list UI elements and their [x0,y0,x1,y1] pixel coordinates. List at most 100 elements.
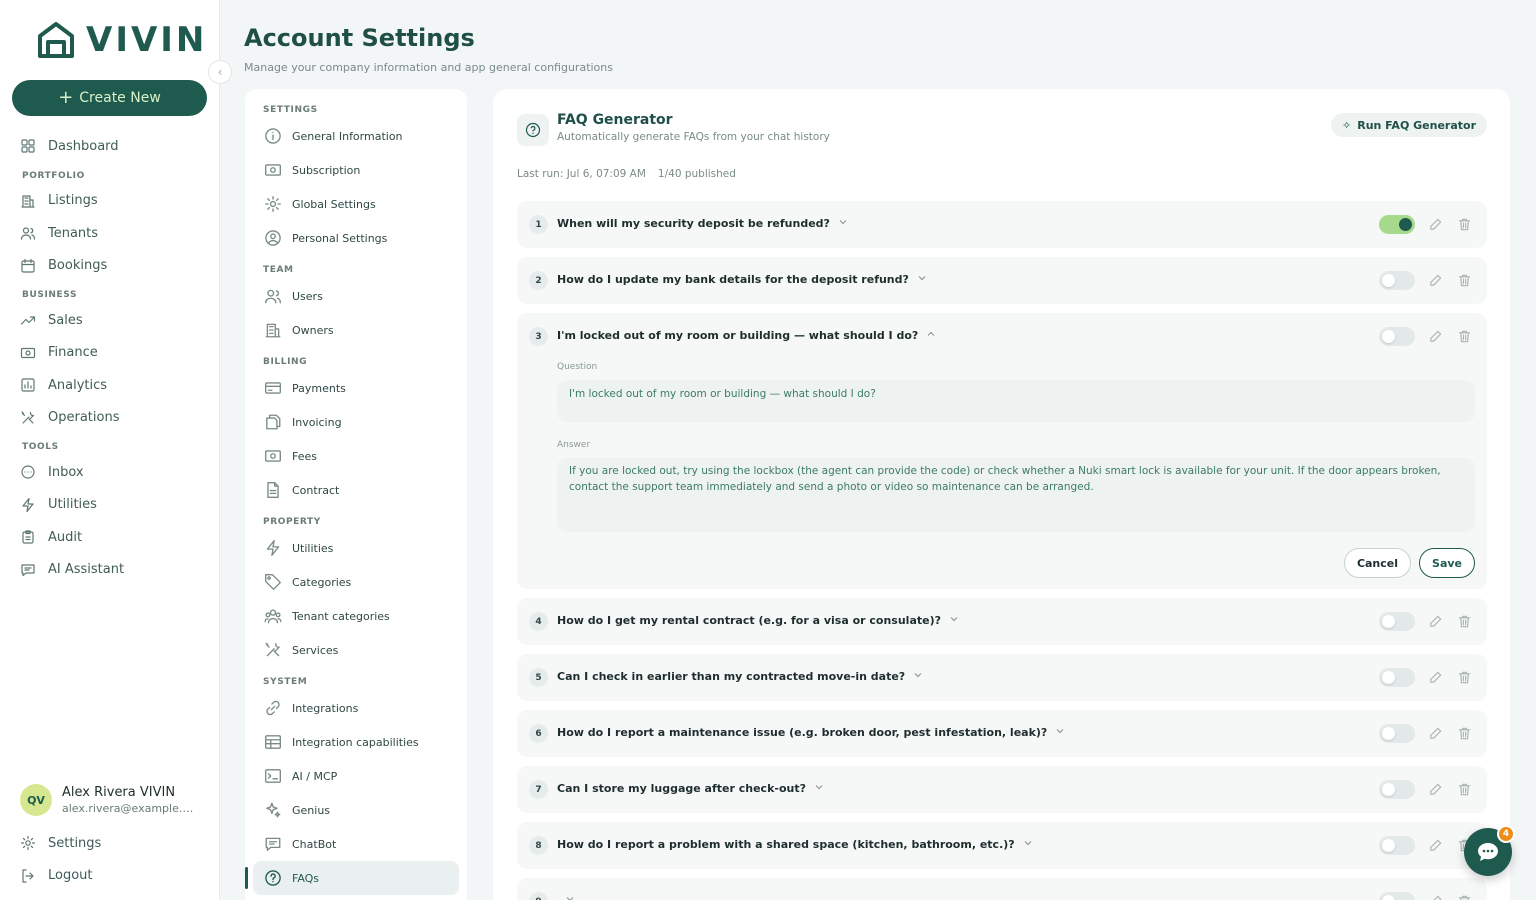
settings-item-label: Fees [292,449,317,463]
settings-item-ai-mcp[interactable]: AI / MCP [245,759,467,793]
faq-question-header[interactable] [557,894,575,900]
trash-icon[interactable] [1455,892,1473,900]
chevron-down-icon[interactable] [1055,726,1065,739]
settings-item-general-information[interactable]: General Information [245,119,467,153]
publish-toggle[interactable] [1379,215,1415,234]
publish-toggle[interactable] [1379,327,1415,346]
sidebar-item-ai-assistant[interactable]: AI Assistant [0,554,220,587]
card-icon [264,379,282,397]
faq-question-header[interactable]: Can I check in earlier than my contracte… [557,670,923,683]
settings-item-services[interactable]: Services [245,633,467,667]
cancel-button[interactable]: Cancel [1343,548,1412,578]
trash-icon[interactable] [1455,327,1473,345]
chevron-up-icon[interactable] [926,329,936,342]
publish-toggle[interactable] [1379,271,1415,290]
faq-question-header[interactable]: How do I get my rental contract (e.g. fo… [557,614,959,627]
chevron-down-icon[interactable] [838,217,848,230]
trash-icon[interactable] [1455,780,1473,798]
vivin-logo[interactable]: VIVIN [36,20,207,60]
faq-item[interactable]: 6 How do I report a maintenance issue (e.… [517,710,1487,757]
pencil-icon[interactable] [1426,836,1444,854]
settings-item-owners[interactable]: Owners [245,313,467,347]
chevron-down-icon[interactable] [565,894,575,900]
user-card[interactable]: QV Alex Rivera VIVIN alex.rivera@example… [20,784,197,816]
publish-toggle[interactable] [1379,612,1415,631]
faq-item[interactable]: 9 [517,878,1487,900]
faq-item[interactable]: 8 How do I report a problem with a shared… [517,822,1487,869]
settings-item-fees[interactable]: Fees [245,439,467,473]
trash-icon[interactable] [1455,215,1473,233]
pencil-icon[interactable] [1426,612,1444,630]
faq-number: 5 [529,668,548,687]
save-button[interactable]: Save [1419,548,1475,578]
settings-item-integration-capabilities[interactable]: Integration capabilities [245,725,467,759]
run-faq-generator-button[interactable]: ✧ Run FAQ Generator [1331,113,1487,137]
sidebar-item-sales[interactable]: Sales [0,304,220,337]
faq-question-header[interactable]: When will my security deposit be refunde… [557,217,848,230]
sidebar-item-operations[interactable]: Operations [0,402,220,435]
faq-question-header[interactable]: How do I report a problem with a shared … [557,838,1033,851]
publish-toggle[interactable] [1379,780,1415,799]
trash-icon[interactable] [1455,724,1473,742]
pencil-icon[interactable] [1426,724,1444,742]
sidebar-item-bookings[interactable]: Bookings [0,250,220,283]
settings-item-global-settings[interactable]: Global Settings [245,187,467,221]
sidebar-item-audit[interactable]: Audit [0,521,220,554]
settings-item-invoicing[interactable]: Invoicing [245,405,467,439]
faq-question-header[interactable]: How do I update my bank details for the … [557,273,927,286]
settings-item-tenant-categories[interactable]: Tenant categories [245,599,467,633]
chevron-down-icon[interactable] [814,782,824,795]
settings-item-genius[interactable]: Genius [245,793,467,827]
settings-item-faqs[interactable]: FAQs [245,861,459,895]
question-input[interactable]: I'm locked out of my room or building — … [557,380,1475,422]
settings-item-subscription[interactable]: Subscription [245,153,467,187]
pencil-icon[interactable] [1426,780,1444,798]
sidebar-item-tenants[interactable]: Tenants [0,217,220,250]
chevron-down-icon[interactable] [913,670,923,683]
sidebar-item-finance[interactable]: Finance [0,337,220,370]
trash-icon[interactable] [1455,271,1473,289]
pencil-icon[interactable] [1426,215,1444,233]
settings-item-personal-settings[interactable]: Personal Settings [245,221,467,255]
create-new-button[interactable]: + Create New [12,80,207,116]
chevron-down-icon[interactable] [917,273,927,286]
sidebar-item-logout[interactable]: Logout [0,860,220,893]
sidebar-item-utilities[interactable]: Utilities [0,489,220,522]
faq-item[interactable]: 4 How do I get my rental contract (e.g. f… [517,598,1487,645]
settings-item-categories[interactable]: Categories [245,565,467,599]
publish-toggle[interactable] [1379,668,1415,687]
faq-item[interactable]: 7 Can I store my luggage after check-out? [517,766,1487,813]
faq-question-header[interactable]: Can I store my luggage after check-out? [557,782,824,795]
sidebar-item-inbox[interactable]: Inbox [0,456,220,489]
sidebar-item-dashboard[interactable]: Dashboard [0,130,220,163]
settings-item-chatbot[interactable]: ChatBot [245,827,467,861]
chevron-down-icon[interactable] [1023,838,1033,851]
answer-textarea[interactable]: If you are locked out, try using the loc… [557,458,1475,532]
publish-toggle[interactable] [1379,892,1415,900]
settings-item-utilities[interactable]: Utilities [245,531,467,565]
faq-item[interactable]: 3 I'm locked out of my room or building —… [517,313,1487,589]
pencil-icon[interactable] [1426,271,1444,289]
pencil-icon[interactable] [1426,892,1444,900]
settings-item-integrations[interactable]: Integrations [245,691,467,725]
sidebar-item-settings[interactable]: Settings [0,827,220,860]
sidebar-item-listings[interactable]: Listings [0,185,220,218]
trash-icon[interactable] [1455,668,1473,686]
faq-question-header[interactable]: How do I report a maintenance issue (e.g… [557,726,1065,739]
faq-question-header[interactable]: I'm locked out of my room or building — … [557,329,936,342]
trash-icon[interactable] [1455,612,1473,630]
sidebar-item-analytics[interactable]: Analytics [0,369,220,402]
chevron-down-icon[interactable] [949,614,959,627]
faq-item[interactable]: 1 When will my security deposit be refund… [517,201,1487,248]
settings-section-label: TEAM [263,265,294,275]
settings-item-users[interactable]: Users [245,279,467,313]
settings-item-contract[interactable]: Contract [245,473,467,507]
pencil-icon[interactable] [1426,668,1444,686]
faq-item[interactable]: 2 How do I update my bank details for the… [517,257,1487,304]
publish-toggle[interactable] [1379,836,1415,855]
publish-toggle[interactable] [1379,724,1415,743]
pencil-icon[interactable] [1426,327,1444,345]
faq-item[interactable]: 5 Can I check in earlier than my contract… [517,654,1487,701]
settings-item-payments[interactable]: Payments [245,371,467,405]
collapse-sidebar-button[interactable]: ‹ [208,60,232,84]
